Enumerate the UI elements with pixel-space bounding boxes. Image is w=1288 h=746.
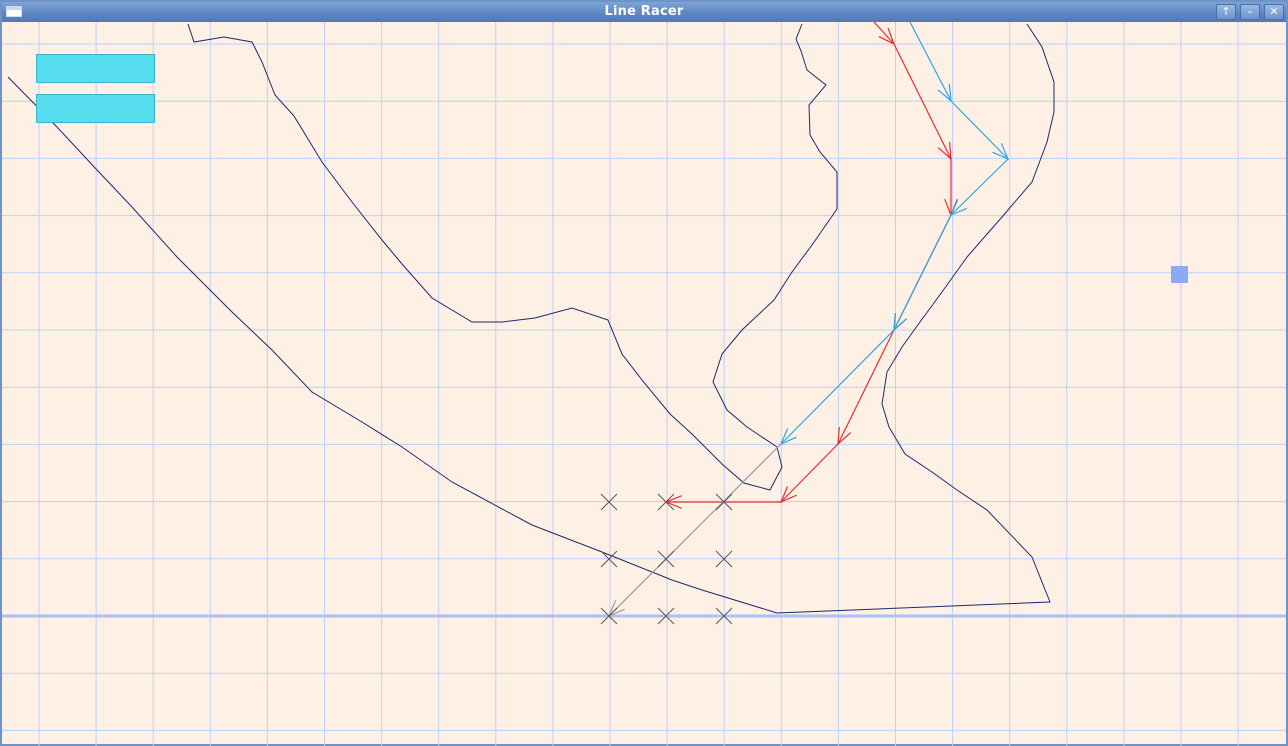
opponent-move — [949, 158, 1009, 217]
minimize-button[interactable]: – — [1240, 4, 1260, 20]
race-board[interactable] — [2, 22, 1286, 746]
position-marker — [1171, 266, 1188, 283]
maximize-button[interactable]: ↑ — [1216, 4, 1236, 20]
player-move — [779, 443, 839, 504]
move-paths — [607, 22, 1010, 618]
game-window: Line Racer ↑ – ✕ — [0, 0, 1288, 746]
player-move — [944, 159, 958, 217]
player-move — [873, 22, 896, 46]
close-button[interactable]: ✕ — [1264, 4, 1284, 20]
opponent-move — [950, 100, 1010, 161]
window-title: Line Racer — [604, 4, 684, 19]
arrow-shaft — [950, 158, 1009, 216]
title-bar[interactable]: Line Racer ↑ – ✕ — [2, 2, 1286, 22]
player-panel-1 — [36, 54, 155, 83]
arrow-shaft — [780, 443, 839, 503]
player-panel-2 — [36, 94, 155, 123]
track-inner-left-boundary — [187, 23, 838, 491]
arrow-shaft — [608, 443, 782, 617]
projected-move — [607, 443, 782, 618]
arrow-shaft — [873, 22, 895, 45]
arrow-shaft — [950, 100, 1009, 160]
grid — [2, 22, 1286, 746]
